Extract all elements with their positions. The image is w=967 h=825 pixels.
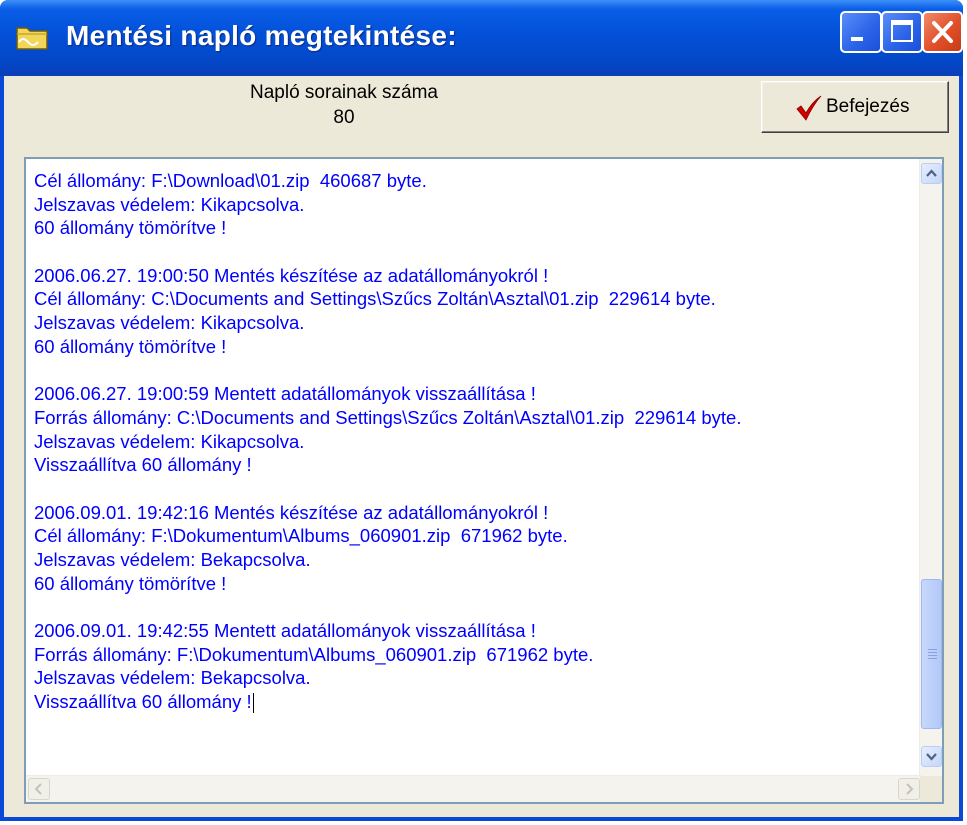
grip-line <box>928 658 937 659</box>
chevron-left-icon <box>29 783 49 802</box>
horizontal-scrollbar[interactable] <box>26 775 922 802</box>
dialog-window: Mentési napló megtekintése: Napló sorain… <box>0 0 963 821</box>
finish-button-label: Befejezés <box>826 96 910 117</box>
title-bar[interactable]: Mentési napló megtekintése: <box>0 0 963 76</box>
finish-button[interactable]: Befejezés <box>761 81 949 133</box>
log-line: Jelszavas védelem: Bekapcsolva. <box>34 549 311 570</box>
close-button[interactable] <box>922 11 963 53</box>
log-line: 2006.09.01. 19:42:16 Mentés készítése az… <box>34 501 549 523</box>
scroll-thumb[interactable] <box>921 579 942 729</box>
maximize-icon <box>883 20 921 55</box>
scroll-left-button[interactable] <box>28 778 50 800</box>
chevron-up-icon <box>922 169 941 187</box>
log-textarea[interactable]: Cél állomány: F:\Download\01.zip 460687 … <box>24 157 944 804</box>
minimize-icon <box>842 37 880 55</box>
grip-line <box>928 652 937 653</box>
log-line: 2006.06.27. 19:00:59 Mentett adatállomán… <box>34 383 536 405</box>
log-line: Jelszavas védelem: Kikapcsolva. <box>34 312 305 334</box>
log-line: Jelszavas védelem: Kikapcsolva. <box>34 430 305 452</box>
row-count-value: 80 <box>333 107 355 128</box>
maximize-button[interactable] <box>881 11 923 53</box>
log-line: Visszaállítva 60 állomány ! <box>34 691 254 714</box>
chevron-right-icon <box>899 783 919 802</box>
scroll-up-button[interactable] <box>921 163 942 184</box>
log-line: Forrás állomány: C:\Documents and Settin… <box>34 406 742 428</box>
grip-line <box>928 655 937 656</box>
vertical-scrollbar[interactable] <box>919 159 942 776</box>
close-icon <box>924 21 961 55</box>
log-line: 60 állomány tömörítve ! <box>34 335 227 357</box>
chevron-down-icon <box>922 753 941 770</box>
minimize-button[interactable] <box>840 11 882 53</box>
text-caret <box>252 693 254 714</box>
dialog-body: Napló sorainak száma 80 Befejezés Cél ál… <box>4 76 959 817</box>
window-title: Mentési napló megtekintése: <box>66 20 457 51</box>
log-line: Forrás állomány: F:\Dokumentum\Albums_06… <box>34 643 594 665</box>
log-content[interactable]: Cél állomány: F:\Download\01.zip 460687 … <box>34 169 924 774</box>
scroll-right-button[interactable] <box>898 778 920 800</box>
log-line: Cél állomány: F:\Download\01.zip 460687 … <box>34 170 427 191</box>
log-line: 60 állomány tömörítve ! <box>34 572 227 594</box>
log-line: Jelszavas védelem: Kikapcsolva. <box>34 193 305 215</box>
log-line: 2006.06.27. 19:00:50 Mentés készítése az… <box>34 264 549 286</box>
log-line: Cél állomány: F:\Dokumentum\Albums_06090… <box>34 525 568 547</box>
log-line: Jelszavas védelem: Bekapcsolva. <box>34 667 311 689</box>
grip-line <box>928 649 937 650</box>
scroll-down-button[interactable] <box>921 746 942 767</box>
log-line: 60 állomány tömörítve ! <box>34 217 227 239</box>
folder-icon <box>14 22 50 54</box>
log-line: Visszaállítva 60 állomány ! <box>34 454 252 476</box>
log-line: 2006.09.01. 19:42:55 Mentett adatállomán… <box>34 620 536 642</box>
log-line: Cél állomány: C:\Documents and Settings\… <box>34 288 716 310</box>
row-count-label: Napló sorainak száma <box>250 82 438 103</box>
checkmark-icon <box>795 94 823 127</box>
scrollbar-corner <box>920 776 942 802</box>
